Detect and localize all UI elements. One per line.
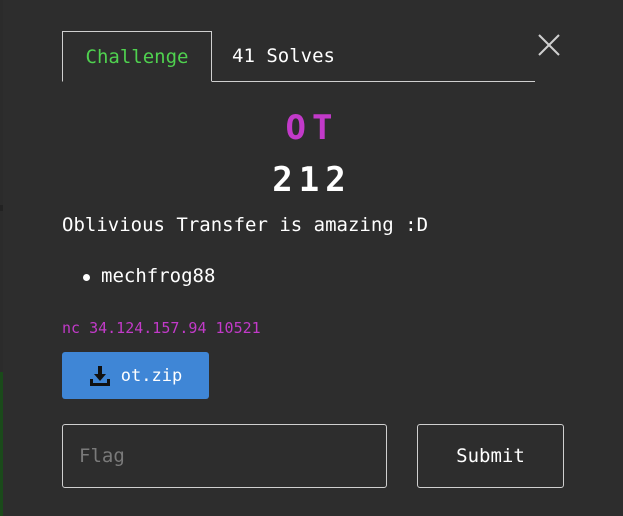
challenge-title: OT (285, 108, 339, 148)
bullet-icon (83, 274, 90, 281)
download-icon (89, 365, 110, 386)
submit-button[interactable]: Submit (417, 424, 564, 488)
download-label: ot.zip (120, 365, 183, 386)
flag-input[interactable] (62, 424, 387, 488)
tab-solves[interactable]: 41 Solves (232, 31, 335, 81)
close-icon (538, 34, 560, 56)
modal-tabs: Challenge 41 Solves (62, 31, 535, 82)
close-button[interactable] (537, 33, 561, 57)
challenge-modal: Challenge 41 Solves OT 212 Oblivious Tra… (3, 0, 623, 516)
challenge-description: Oblivious Transfer is amazing :D (62, 214, 429, 236)
challenge-points: 212 (272, 160, 352, 200)
download-button[interactable]: ot.zip (62, 352, 209, 399)
tab-challenge[interactable]: Challenge (62, 31, 212, 82)
connection-string: nc 34.124.157.94 10521 (62, 319, 261, 337)
list-item: mechfrog88 (81, 265, 215, 287)
author-name: mechfrog88 (101, 265, 216, 287)
author-list: mechfrog88 (81, 265, 215, 287)
